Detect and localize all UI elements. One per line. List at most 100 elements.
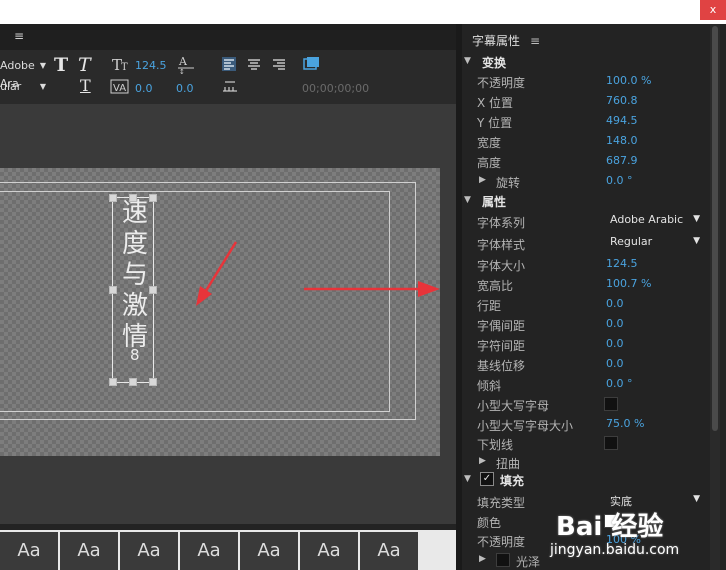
char: 度 — [121, 229, 148, 259]
prop-value[interactable]: 124.5 — [606, 257, 638, 270]
font-style-dropdown[interactable]: Regular ▼ — [604, 233, 702, 251]
prop-value[interactable]: 0.0 ° — [606, 377, 633, 390]
prop-label: 小型大写字母 — [477, 399, 550, 413]
background-video-icon[interactable] — [303, 56, 321, 72]
prop-label: Y 位置 — [477, 116, 513, 130]
prop-label: 字符间距 — [477, 339, 526, 353]
leading-value[interactable]: 0.0 — [176, 82, 194, 95]
prop-row-rotation: ▶ 旋转 0.0 ° — [462, 171, 712, 191]
close-button[interactable]: x — [700, 0, 726, 20]
section-transform[interactable]: ▼ 变换 — [462, 52, 712, 72]
prop-value[interactable]: 687.9 — [606, 154, 638, 167]
align-right-icon[interactable] — [272, 57, 286, 71]
underline-icon[interactable]: T — [80, 76, 91, 95]
style-swatch[interactable]: Aa — [180, 532, 240, 570]
prop-label: 小型大写字母大小 — [477, 419, 574, 433]
resize-handle[interactable] — [109, 286, 117, 294]
prop-value[interactable]: 494.5 — [606, 114, 638, 127]
tab-stops-icon[interactable] — [222, 79, 238, 93]
style-swatch[interactable]: Aa — [0, 532, 60, 570]
resize-handle[interactable] — [129, 194, 137, 202]
prop-label: X 位置 — [477, 96, 514, 110]
prop-value[interactable]: 0.0 — [606, 337, 624, 350]
expand-triangle-icon[interactable]: ▶ — [479, 554, 486, 564]
preview-stage: 速 度 与 激 情 8 — [0, 104, 456, 524]
small-caps-checkbox[interactable] — [604, 397, 618, 411]
kerning-value[interactable]: 0.0 — [135, 82, 153, 95]
style-swatch[interactable]: Aa — [120, 532, 180, 570]
font-style-value: ular — [0, 80, 22, 93]
prop-label: 字偶间距 — [477, 319, 526, 333]
svg-text:T: T — [121, 62, 128, 72]
font-family-select[interactable]: Adobe Ara ▼ — [0, 57, 46, 90]
style-swatch[interactable]: Aa — [360, 532, 420, 570]
panel-title: 字幕属性 ≡ — [472, 32, 540, 49]
prop-value[interactable]: 100.7 % — [606, 277, 651, 290]
section-properties[interactable]: ▼ 属性 — [462, 191, 712, 211]
align-center-icon[interactable] — [247, 57, 261, 71]
char: 速 — [121, 198, 148, 228]
prop-value[interactable]: 100.0 % — [606, 74, 651, 87]
panel-menu-icon[interactable]: ≡ — [14, 29, 24, 43]
resize-handle[interactable] — [149, 378, 157, 386]
panel-menu-icon[interactable]: ≡ — [530, 34, 540, 48]
scroll-thumb[interactable] — [712, 26, 718, 431]
prop-value[interactable]: 0.0 — [606, 297, 624, 310]
prop-label: 不透明度 — [477, 76, 526, 90]
watermark-logo: Bai 经验 — [556, 512, 664, 542]
collapse-triangle-icon[interactable]: ▼ — [464, 474, 471, 484]
section-label: 变换 — [482, 56, 507, 70]
prop-value[interactable]: 0.0 — [606, 317, 624, 330]
prop-value[interactable]: 0.0 ° — [606, 174, 633, 187]
title-canvas[interactable]: 速 度 与 激 情 8 — [0, 168, 440, 456]
prop-label: 基线位移 — [477, 359, 526, 373]
collapse-triangle-icon[interactable]: ▼ — [464, 56, 471, 66]
collapse-triangle-icon[interactable]: ▼ — [464, 195, 471, 205]
prop-label: 字体样式 — [477, 238, 526, 252]
style-swatch[interactable]: Aa — [300, 532, 360, 570]
prop-row: 宽高比 100.7 % — [462, 274, 712, 294]
prop-label: 高度 — [477, 156, 502, 170]
prop-label: 行距 — [477, 299, 502, 313]
resize-handle[interactable] — [149, 194, 157, 202]
font-size-value[interactable]: 124.5 — [135, 59, 167, 72]
section-fill[interactable]: ▼ ✓ 填充 — [462, 470, 712, 490]
designer-tab-bar: ≡ — [0, 24, 456, 50]
style-swatch[interactable]: Aa — [60, 532, 120, 570]
timecode[interactable]: 00;00;00;00 — [302, 82, 369, 95]
font-family-dropdown[interactable]: Adobe Arabic ▼ — [604, 211, 702, 229]
underline-checkbox[interactable] — [604, 436, 618, 450]
char: 激 — [121, 291, 148, 321]
panel-scrollbar[interactable] — [710, 24, 720, 570]
resize-handle[interactable] — [129, 378, 137, 386]
section-label: 属性 — [482, 195, 507, 209]
align-left-icon[interactable] — [222, 57, 236, 71]
prop-label: 倾斜 — [477, 379, 502, 393]
bold-icon[interactable]: T — [54, 54, 68, 76]
prop-value[interactable]: 760.8 — [606, 94, 638, 107]
title-designer-panel: ≡ Adobe Ara ▼ ular ▼ T T T T T 124.5 VA … — [0, 24, 456, 524]
prop-value[interactable]: 0.0 — [606, 357, 624, 370]
fill-checkbox[interactable]: ✓ — [480, 472, 494, 486]
prop-row: 字符间距 0.0 — [462, 334, 712, 354]
prop-row: 行距 0.0 — [462, 294, 712, 314]
sheen-checkbox[interactable] — [496, 553, 510, 567]
svg-text:A: A — [178, 55, 188, 68]
style-swatch[interactable]: Aa — [240, 532, 300, 570]
text-number: 8 — [130, 346, 140, 364]
expand-triangle-icon[interactable]: ▶ — [479, 175, 486, 185]
expand-triangle-icon[interactable]: ▶ — [479, 456, 486, 466]
prop-value[interactable]: 148.0 — [606, 134, 638, 147]
prop-value[interactable]: 75.0 % — [606, 417, 644, 430]
font-style-select[interactable]: ular ▼ — [0, 78, 46, 96]
section-label: 填充 — [500, 474, 525, 488]
prop-row: 不透明度 100.0 % — [462, 71, 712, 91]
resize-handle[interactable] — [109, 194, 117, 202]
prop-row: 宽度 148.0 — [462, 131, 712, 151]
prop-row: 小型大写字母 — [462, 394, 712, 414]
resize-handle[interactable] — [149, 286, 157, 294]
chevron-down-icon: ▼ — [693, 236, 700, 246]
italic-icon[interactable]: T — [78, 54, 91, 76]
prop-row: 倾斜 0.0 ° — [462, 374, 712, 394]
resize-handle[interactable] — [109, 378, 117, 386]
